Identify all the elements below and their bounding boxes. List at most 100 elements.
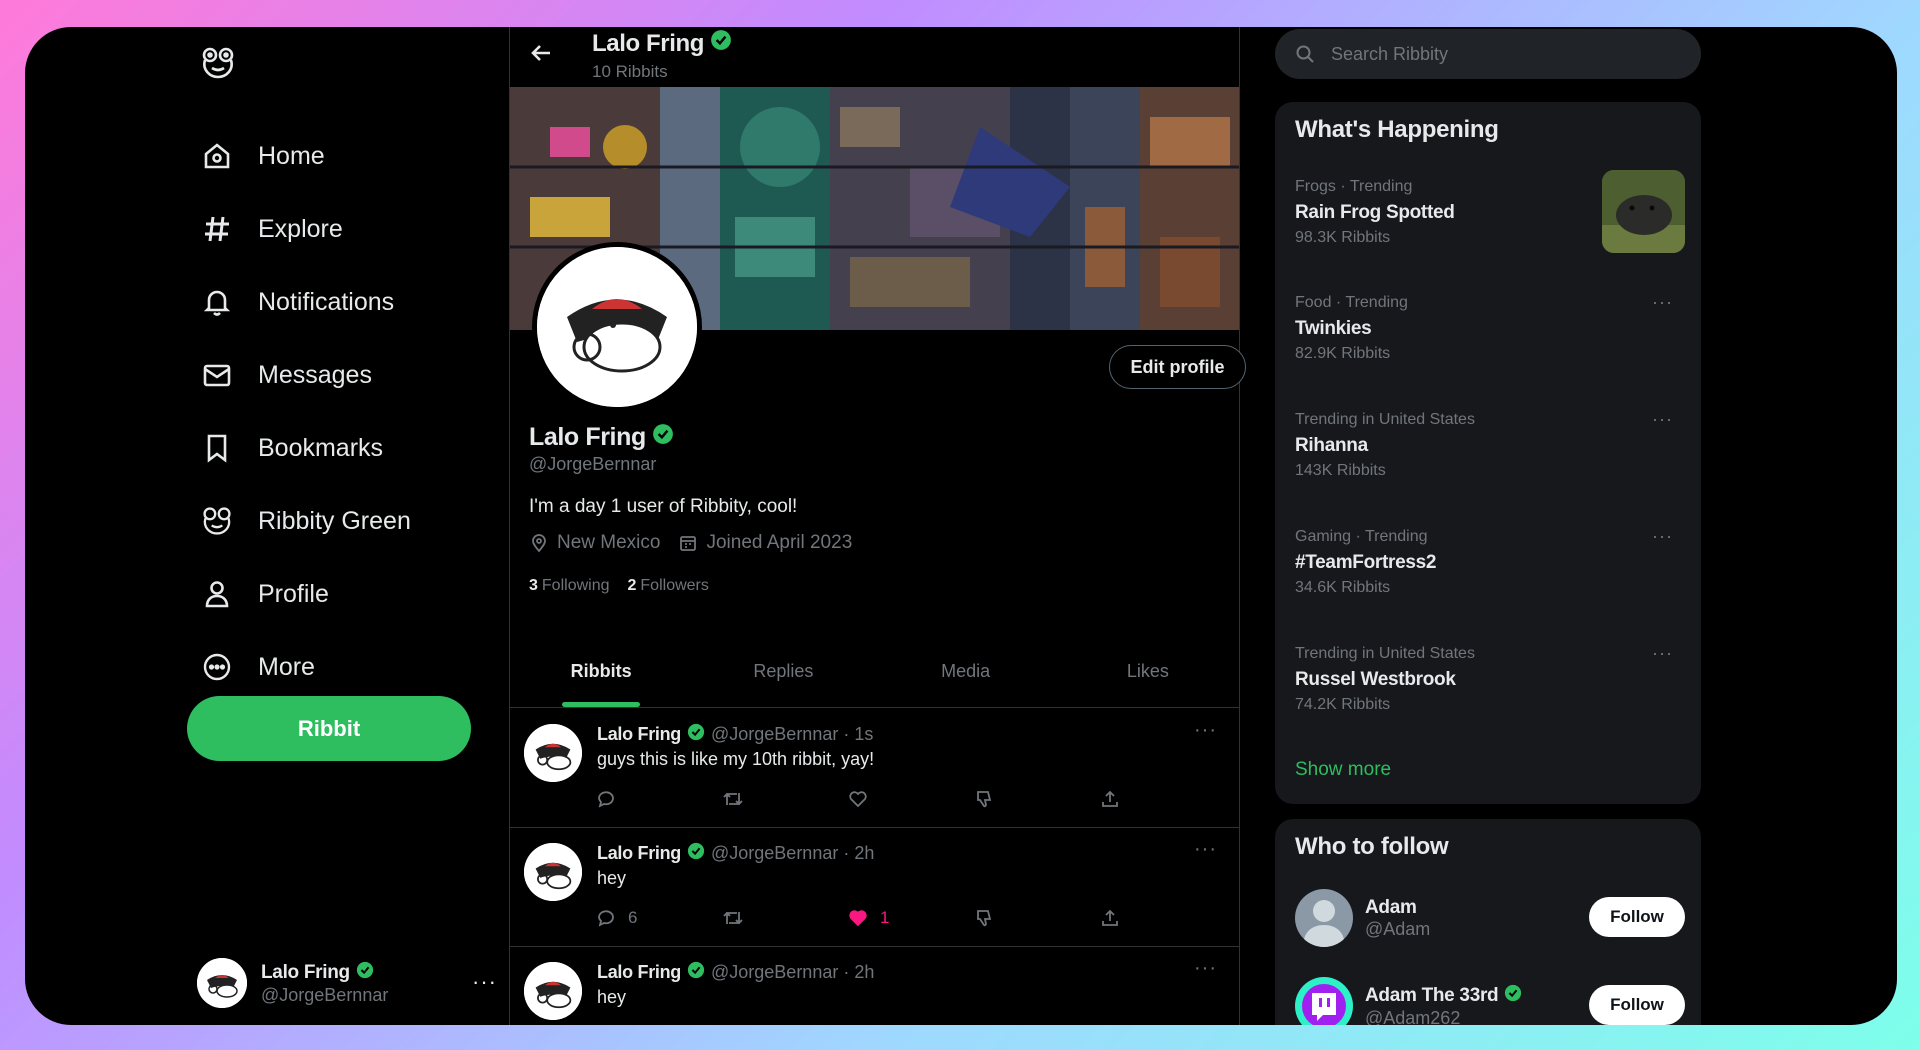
post-more-icon[interactable]: ··· (1194, 957, 1217, 980)
trend-more-icon[interactable]: ··· (1652, 292, 1673, 313)
sidebar-item-home[interactable]: Home (200, 131, 325, 181)
who-to-follow-card: Who to follow Adam @Adam Follow Adam The (1275, 819, 1701, 1025)
post-meta: @JorgeBernnar · 1s (711, 724, 874, 744)
back-arrow-icon[interactable] (528, 39, 556, 67)
trend-item[interactable]: Trending in United States Rihanna 143K R… (1295, 409, 1685, 501)
reribbit-button[interactable] (722, 789, 756, 809)
sidebar-item-label: Explore (258, 214, 343, 243)
profile-tabs: Ribbits Replies Media Likes (510, 636, 1239, 708)
joined-text: Joined April 2023 (706, 532, 853, 553)
tab-ribbits[interactable]: Ribbits (510, 636, 692, 707)
post-text: hey (597, 868, 627, 888)
trend-more-icon[interactable]: ··· (1652, 643, 1673, 664)
more-dots-icon[interactable]: ··· (472, 969, 497, 995)
follow-button[interactable]: Follow (1589, 897, 1685, 937)
suggestion-name: Adam The 33rd (1365, 984, 1499, 1006)
sidebar-item-notifications[interactable]: Notifications (200, 277, 394, 327)
search-bar[interactable] (1275, 29, 1701, 79)
post-more-icon[interactable]: ··· (1194, 719, 1217, 742)
profile-avatar[interactable] (532, 242, 702, 412)
like-button[interactable] (848, 789, 880, 809)
verified-badge-icon (687, 723, 705, 746)
sidebar-item-bookmarks[interactable]: Bookmarks (200, 423, 383, 473)
location-pin-icon (532, 534, 546, 553)
following-count: 3 (529, 577, 538, 594)
sidebar-item-profile[interactable]: Profile (200, 569, 329, 619)
post-author[interactable]: Lalo Fring (597, 843, 681, 864)
follow-button[interactable]: Follow (1589, 985, 1685, 1025)
account-name-row: Lalo Fring (261, 961, 388, 985)
post-author[interactable]: Lalo Fring (597, 724, 681, 745)
search-icon (1296, 45, 1314, 63)
ribbit-button[interactable]: Ribbit (187, 696, 471, 761)
trend-title: Rihanna (1295, 435, 1368, 456)
profile-timeline: Lalo Fring 10 Ribbits Edit profile Lalo … (509, 27, 1246, 1025)
sidebar-item-messages[interactable]: Messages (200, 350, 372, 400)
post-item[interactable]: Lalo Fring @JorgeBernnar · 1s guys this … (510, 709, 1239, 828)
share-button[interactable] (1100, 908, 1132, 928)
trend-count: 74.2K Ribbits (1295, 696, 1391, 713)
post-actions (596, 789, 1118, 815)
like-count: 1 (880, 908, 890, 927)
tab-likes[interactable]: Likes (1057, 636, 1239, 707)
post-text: hey (597, 987, 627, 1007)
more-circle-icon (200, 650, 234, 684)
share-button[interactable] (1100, 789, 1132, 809)
trend-more-icon[interactable]: ··· (1652, 526, 1673, 547)
reribbit-button[interactable] (722, 908, 756, 928)
share-icon (1102, 790, 1118, 807)
dislike-button[interactable] (974, 908, 1006, 928)
post-more-icon[interactable]: ··· (1194, 838, 1217, 861)
header-name-row: Lalo Fring (592, 29, 732, 58)
account-switcher[interactable]: Lalo Fring @JorgeBernnar ··· (197, 955, 497, 1011)
post-item[interactable]: Lalo Fring @JorgeBernnar · 2h hey ··· (510, 947, 1239, 1025)
envelope-icon (200, 358, 234, 392)
show-more-link[interactable]: Show more (1295, 759, 1391, 781)
followers-link[interactable]: 2 Followers (628, 577, 709, 595)
follow-suggestion[interactable]: Adam The 33rd @Adam262 Follow (1295, 975, 1685, 1025)
post-item[interactable]: Lalo Fring @JorgeBernnar · 2h hey ··· 6 … (510, 828, 1239, 947)
search-input[interactable] (1331, 43, 1661, 65)
dislike-button[interactable] (974, 789, 1006, 809)
verified-badge-icon (1504, 984, 1522, 1008)
trend-item[interactable]: Gaming · Trending #TeamFortress2 34.6K R… (1295, 526, 1685, 618)
sidebar-item-label: Notifications (258, 287, 395, 316)
sidebar-item-ribbity-green[interactable]: Ribbity Green (200, 496, 411, 546)
profile-meta: New Mexico Joined April 2023 (529, 532, 870, 554)
edit-profile-button[interactable]: Edit profile (1109, 345, 1246, 389)
like-button[interactable]: 1 (848, 908, 889, 928)
card-title: Who to follow (1295, 833, 1449, 860)
reribbit-icon (723, 911, 743, 925)
reply-button[interactable]: 6 (596, 908, 637, 928)
trend-item[interactable]: Trending in United States Russel Westbro… (1295, 643, 1685, 735)
frog-logo-icon[interactable] (200, 45, 236, 81)
person-icon (200, 577, 234, 611)
trend-more-icon[interactable]: ··· (1652, 409, 1673, 430)
profile-bio: I'm a day 1 user of Ribbity, cool! (529, 496, 798, 517)
trend-item[interactable]: Frogs · Trending Rain Frog Spotted 98.3K… (1295, 170, 1685, 268)
avatar[interactable] (524, 724, 582, 782)
hashtag-icon (200, 212, 234, 246)
sidebar-item-label: Home (258, 141, 325, 170)
reply-count: 6 (628, 908, 638, 927)
tab-replies[interactable]: Replies (692, 636, 874, 707)
sidebar-item-explore[interactable]: Explore (200, 204, 343, 254)
post-author[interactable]: Lalo Fring (597, 962, 681, 983)
follow-suggestion[interactable]: Adam @Adam Follow (1295, 887, 1685, 949)
trend-thumbnail (1602, 170, 1685, 253)
trend-category: Gaming · Trending (1295, 528, 1428, 545)
sidebar: Home Explore Notifications Messages Book… (25, 27, 510, 1025)
location-text: New Mexico (557, 532, 661, 553)
sidebar-item-label: Messages (258, 360, 372, 389)
trend-item[interactable]: Food · Trending Twinkies 82.9K Ribbits ·… (1295, 292, 1685, 384)
reply-button[interactable] (596, 789, 628, 809)
tab-media[interactable]: Media (875, 636, 1057, 707)
sidebar-item-more[interactable]: More (200, 642, 315, 692)
avatar (1295, 889, 1353, 947)
heart-filled-icon (849, 910, 867, 927)
avatar[interactable] (524, 843, 582, 901)
profile-header-bar: Lalo Fring 10 Ribbits (510, 27, 1239, 87)
following-link[interactable]: 3 Following (529, 577, 610, 595)
avatar[interactable] (524, 962, 582, 1020)
trend-title: Twinkies (1295, 318, 1372, 339)
